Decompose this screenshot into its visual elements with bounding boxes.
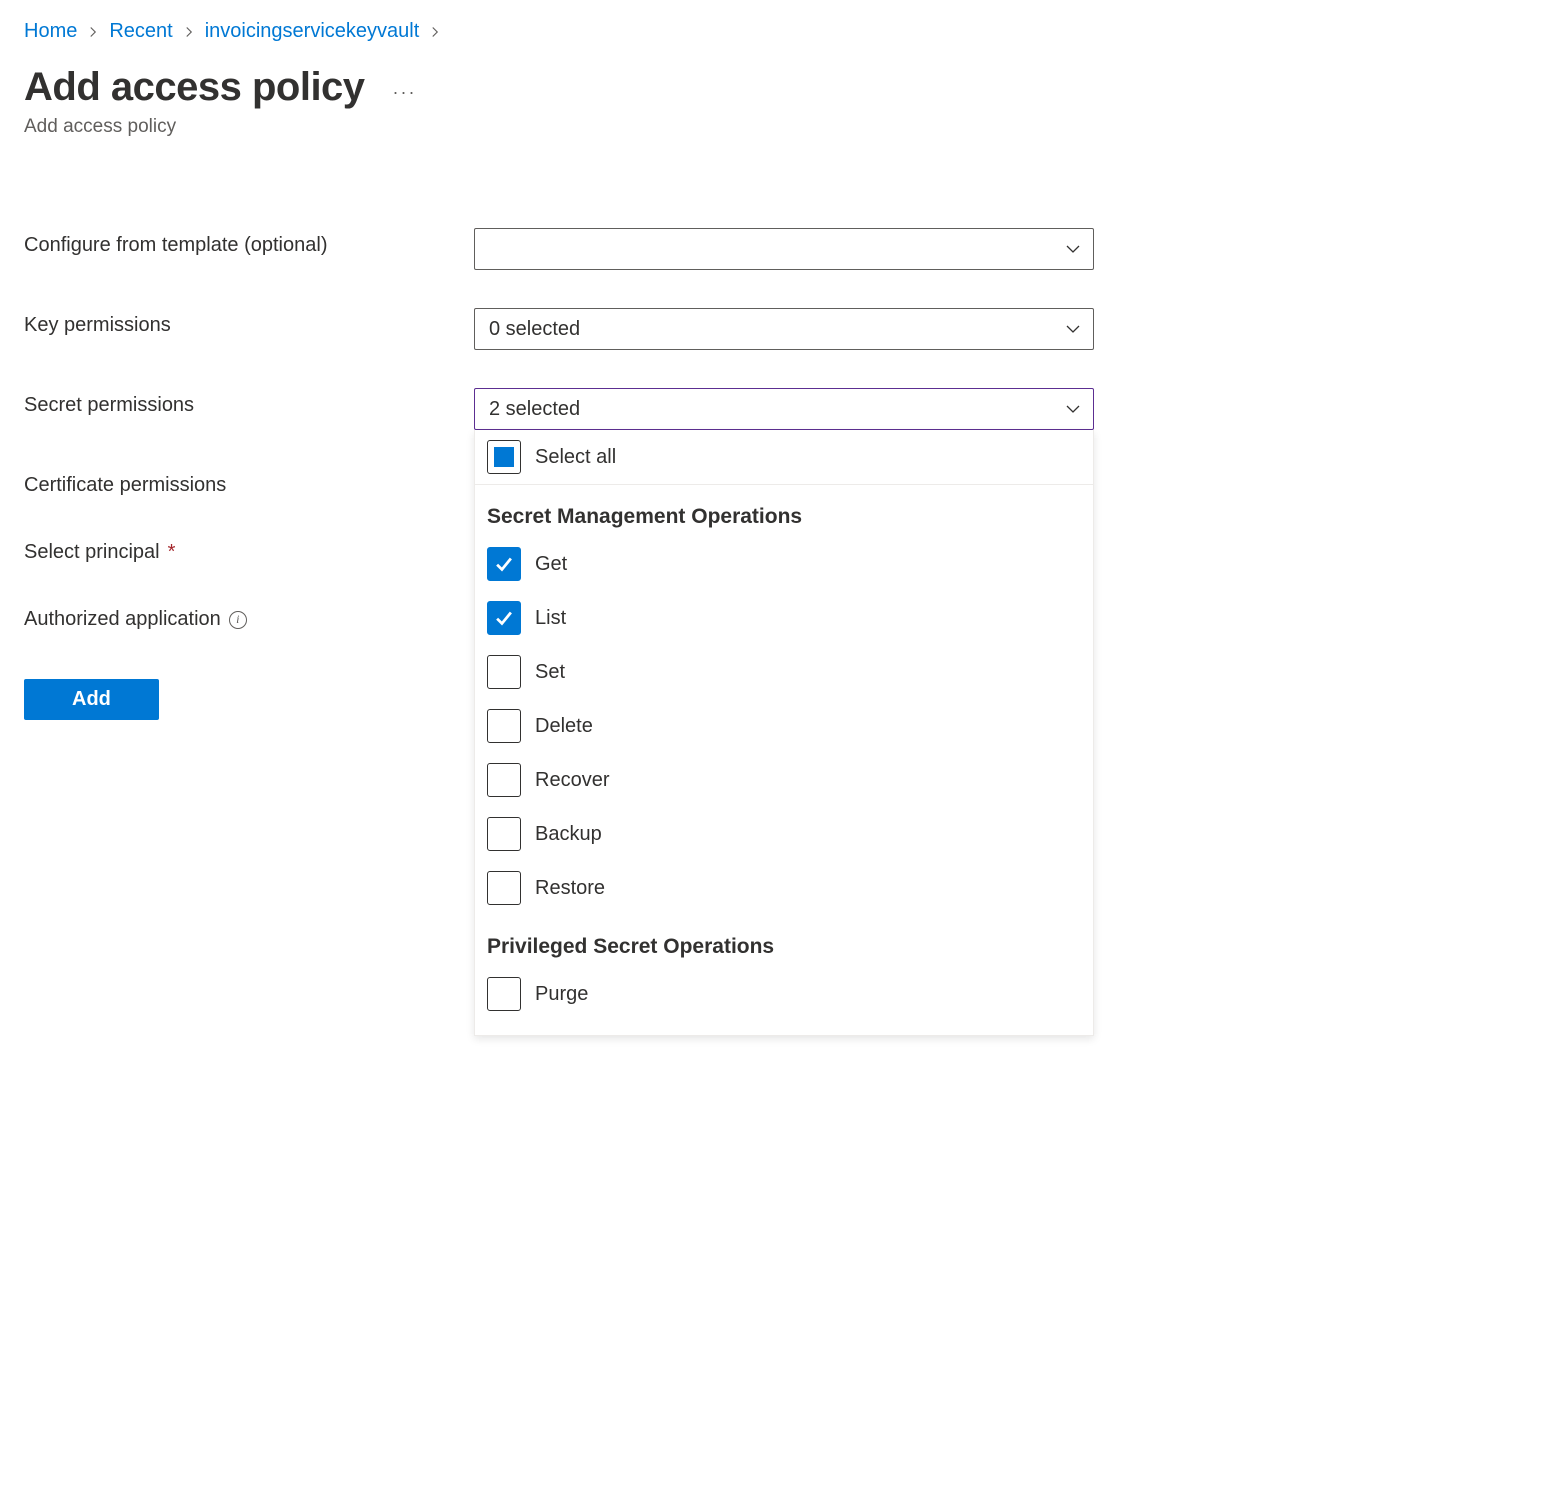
permission-option[interactable]: Backup	[475, 807, 1093, 861]
checkbox-checked-icon	[487, 547, 521, 581]
checkbox-checked-icon	[487, 601, 521, 635]
template-label: Configure from template (optional)	[24, 228, 474, 257]
group-heading: Privileged Secret Operations	[475, 915, 1093, 967]
required-indicator: *	[168, 541, 176, 564]
certificate-permissions-label: Certificate permissions	[24, 468, 474, 497]
checkbox-unchecked-icon	[487, 709, 521, 743]
chevron-right-icon	[183, 26, 195, 38]
breadcrumb-recent[interactable]: Recent	[109, 20, 172, 43]
group-heading: Secret Management Operations	[475, 485, 1093, 537]
permission-option[interactable]: Recover	[475, 753, 1093, 807]
permission-option[interactable]: List	[475, 591, 1093, 645]
select-all-label: Select all	[535, 446, 616, 469]
select-all-option[interactable]: Select all	[487, 440, 1081, 474]
page-subtitle: Add access policy	[24, 116, 1541, 138]
breadcrumb: Home Recent invoicingservicekeyvault	[24, 20, 1541, 43]
permission-label: Set	[535, 661, 565, 684]
permission-label: Get	[535, 553, 567, 576]
info-icon[interactable]: i	[229, 611, 247, 629]
checkbox-unchecked-icon	[487, 871, 521, 905]
permission-label: Purge	[535, 983, 588, 1006]
permission-option[interactable]: Restore	[475, 861, 1093, 915]
key-permissions-value: 0 selected	[489, 318, 580, 341]
select-principal-label: Select principal *	[24, 535, 474, 564]
checkbox-unchecked-icon	[487, 817, 521, 851]
key-permissions-dropdown[interactable]: 0 selected	[474, 308, 1094, 350]
permission-label: Recover	[535, 769, 609, 792]
page-title: Add access policy	[24, 65, 365, 110]
chevron-right-icon	[87, 26, 99, 38]
chevron-right-icon	[429, 26, 441, 38]
permission-option[interactable]: Set	[475, 645, 1093, 699]
secret-permissions-label: Secret permissions	[24, 388, 474, 417]
checkbox-unchecked-icon	[487, 763, 521, 797]
checkbox-unchecked-icon	[487, 977, 521, 1011]
permission-option[interactable]: Delete	[475, 699, 1093, 753]
authorized-application-label: Authorized application i	[24, 602, 474, 631]
checkbox-unchecked-icon	[487, 655, 521, 689]
more-icon[interactable]: ···	[393, 72, 417, 103]
template-dropdown[interactable]	[474, 228, 1094, 270]
key-permissions-label: Key permissions	[24, 308, 474, 337]
chevron-down-icon	[1065, 321, 1081, 337]
chevron-down-icon	[1065, 401, 1081, 417]
secret-permissions-dropdown[interactable]: 2 selected	[474, 388, 1094, 430]
secret-permissions-panel: Select all Secret Management Operations G…	[474, 430, 1094, 1036]
permission-label: List	[535, 607, 566, 630]
chevron-down-icon	[1065, 241, 1081, 257]
permission-option[interactable]: Get	[475, 537, 1093, 591]
permission-option[interactable]: Purge	[475, 967, 1093, 1021]
breadcrumb-keyvault[interactable]: invoicingservicekeyvault	[205, 20, 420, 43]
permission-label: Restore	[535, 877, 605, 900]
permission-label: Delete	[535, 715, 593, 738]
breadcrumb-home[interactable]: Home	[24, 20, 77, 43]
checkbox-indeterminate-icon	[487, 440, 521, 474]
secret-permissions-value: 2 selected	[489, 398, 580, 421]
add-button[interactable]: Add	[24, 679, 159, 720]
permission-label: Backup	[535, 823, 602, 846]
